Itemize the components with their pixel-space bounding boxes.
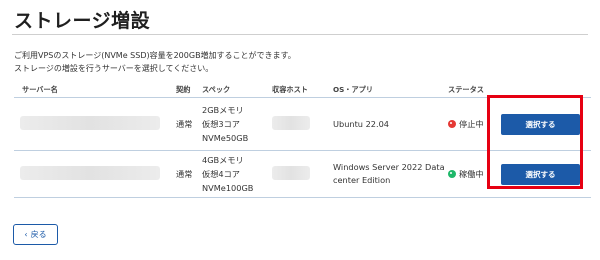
os-cell: Ubuntu 22.04: [333, 97, 448, 151]
spec-cell: 4GBメモリ 仮想4コア NVMe100GB: [202, 150, 272, 198]
server-name-cell: [14, 150, 176, 198]
os-cell: Windows Server 2022 Data center Edition: [333, 150, 448, 198]
spec-cpu: 仮想4コア: [202, 169, 240, 179]
server-name-cell: [14, 97, 176, 151]
spec-memory: 4GBメモリ: [202, 155, 244, 165]
description-line-2: ストレージの増設を行うサーバーを選択してください。: [14, 64, 214, 73]
contract-cell: 通常: [176, 97, 202, 151]
back-button-label: 戻る: [30, 230, 47, 239]
spec-disk: NVMe50GB: [202, 133, 249, 143]
spec-memory: 2GBメモリ: [202, 105, 244, 115]
highlight-annotation-box: [487, 95, 583, 189]
redacted-host: [272, 116, 310, 130]
status-label: 停止中: [459, 119, 484, 129]
spec-disk: NVMe100GB: [202, 183, 254, 193]
chevron-left-icon: ‹: [24, 229, 28, 239]
os-line-1: Ubuntu 22.04: [333, 118, 390, 129]
redacted-host: [272, 166, 310, 180]
status-label: 稼働中: [459, 169, 484, 179]
os-line-1: Windows Server 2022 Data: [333, 162, 445, 172]
header-server-name: サーバー名: [14, 84, 176, 98]
header-contract: 契約: [176, 84, 202, 98]
title-divider: [12, 34, 588, 35]
back-button[interactable]: ‹ 戻る: [13, 224, 58, 245]
spec-cell: 2GBメモリ 仮想3コア NVMe50GB: [202, 97, 272, 151]
header-host: 収容ホスト: [272, 84, 333, 98]
status-stopped-icon: [448, 120, 456, 128]
os-line-2: center Edition: [333, 175, 391, 185]
header-spec: スペック: [202, 84, 272, 98]
redacted-server-name: [20, 166, 160, 180]
host-cell: [272, 97, 333, 151]
header-os: OS・アプリ: [333, 84, 448, 98]
contract-cell: 通常: [176, 150, 202, 198]
host-cell: [272, 150, 333, 198]
page-description: ご利用VPSのストレージ(NVMe SSD)容量を200GB増加することができま…: [14, 49, 296, 75]
description-line-1: ご利用VPSのストレージ(NVMe SSD)容量を200GB増加することができま…: [14, 51, 296, 60]
page-title: ストレージ増設: [14, 10, 151, 32]
status-running-icon: [448, 170, 456, 178]
spec-cpu: 仮想3コア: [202, 119, 240, 129]
redacted-server-name: [20, 116, 160, 130]
